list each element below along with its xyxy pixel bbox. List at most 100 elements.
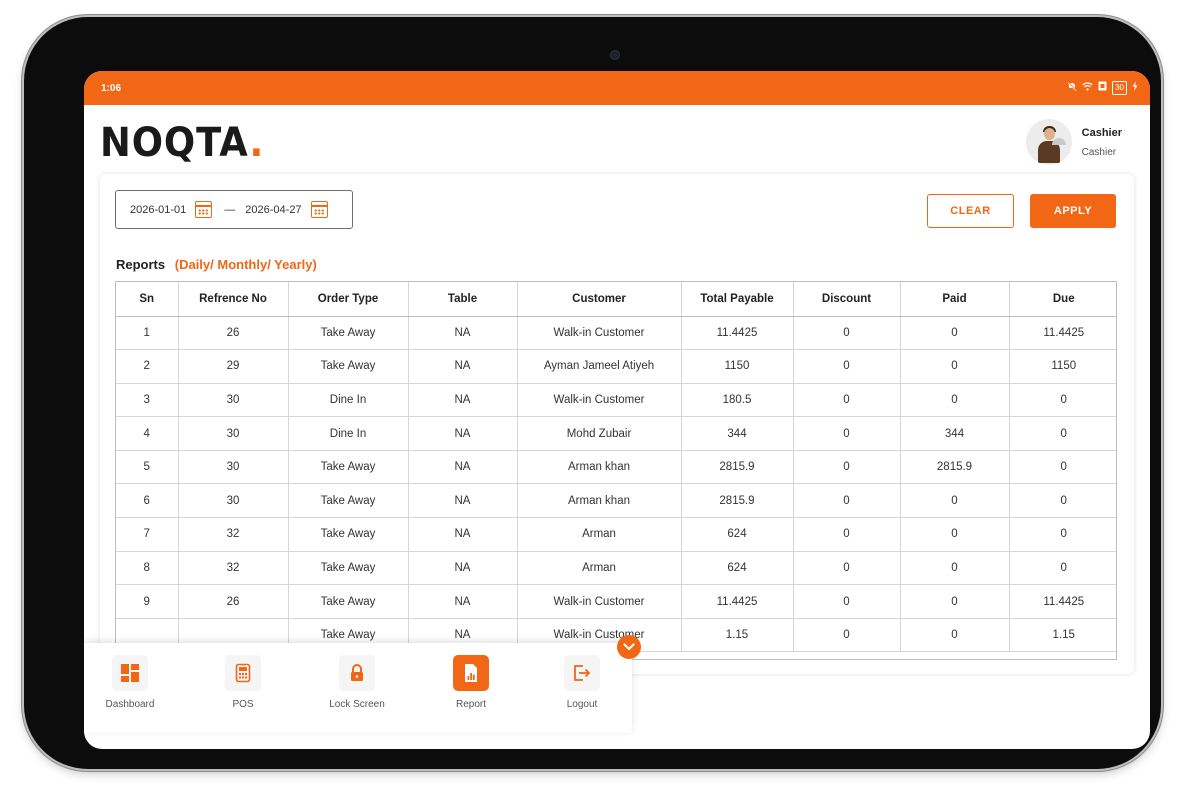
table-row[interactable]: 7 32 Take Away NA Arman 624 0 0 0 xyxy=(116,517,1116,552)
reports-table-container[interactable]: Sn Refrence No Order Type Table Customer… xyxy=(115,281,1117,660)
table-cell: 7 xyxy=(116,517,179,552)
table-cell: 9 xyxy=(116,584,179,619)
column-header: Table xyxy=(408,282,518,317)
table-cell: NA xyxy=(408,584,518,619)
table-row[interactable]: 1 26 Take Away NA Walk-in Customer 11.4425 0 0 1… xyxy=(116,316,1116,351)
table-cell: 1.15 xyxy=(681,618,794,653)
nav-item-lock-screen[interactable]: Lock Screen xyxy=(317,655,397,710)
table-cell: 0 xyxy=(900,551,1010,586)
table-cell: 0 xyxy=(900,383,1010,418)
table-cell: 3 xyxy=(116,383,179,418)
column-header: Order Type xyxy=(288,282,409,317)
table-row[interactable]: 9 26 Take Away NA Walk-in Customer 11.4425 0 0 1… xyxy=(116,584,1116,619)
column-header: Total Payable xyxy=(681,282,794,317)
table-cell: Arman khan xyxy=(517,450,682,485)
status-icons: 30 xyxy=(1067,81,1138,95)
table-cell: Walk-in Customer xyxy=(517,383,682,418)
table-cell: Dine In xyxy=(288,416,409,451)
table-cell: 32 xyxy=(178,551,289,586)
front-camera xyxy=(611,51,619,59)
clear-button[interactable]: CLEAR xyxy=(927,194,1014,228)
table-cell: Arman xyxy=(517,517,682,552)
column-header: Due xyxy=(1009,282,1116,317)
table-cell: Take Away xyxy=(288,450,409,485)
nav-item-report[interactable]: Report xyxy=(431,655,511,710)
table-cell: Take Away xyxy=(288,483,409,519)
table-cell: Take Away xyxy=(288,349,409,384)
chevron-down-icon xyxy=(623,643,635,651)
column-header: Sn xyxy=(116,282,179,317)
table-cell: Ayman Jameel Atiyeh xyxy=(517,349,682,384)
table-cell: 344 xyxy=(900,416,1010,451)
column-header: Discount xyxy=(793,282,901,317)
table-cell: 344 xyxy=(681,416,794,451)
nav-item-logout[interactable]: Logout xyxy=(542,655,622,710)
table-cell: 0 xyxy=(793,483,901,519)
table-cell: 26 xyxy=(178,316,289,351)
dashboard-icon xyxy=(112,655,148,691)
table-cell: 6 xyxy=(116,483,179,519)
nav-label: POS xyxy=(232,699,254,710)
logout-icon xyxy=(564,655,600,691)
table-cell: 1.15 xyxy=(1009,618,1116,653)
table-cell: 11.4425 xyxy=(1009,584,1116,619)
table-row[interactable]: 4 30 Dine In NA Mohd Zubair 344 0 344 0 xyxy=(116,416,1116,451)
tablet-frame: 1:06 30 NOQTA. Cashier Cashier 2026-01-0… xyxy=(24,17,1161,769)
table-cell: 32 xyxy=(178,517,289,552)
table-cell: Walk-in Customer xyxy=(517,316,682,351)
table-row[interactable]: 8 32 Take Away NA Arman 624 0 0 0 xyxy=(116,551,1116,586)
table-cell: Dine In xyxy=(288,383,409,418)
table-cell: 0 xyxy=(900,349,1010,384)
column-header: Customer xyxy=(517,282,682,317)
table-cell: 11.4425 xyxy=(681,584,794,619)
table-cell: 0 xyxy=(1009,551,1116,586)
reports-heading: Reports (Daily/ Monthly/ Yearly) xyxy=(116,257,317,272)
table-cell: NA xyxy=(408,416,518,451)
table-cell: 0 xyxy=(1009,517,1116,552)
report-icon xyxy=(453,655,489,691)
table-cell: 0 xyxy=(793,551,901,586)
nav-item-dashboard[interactable]: Dashboard xyxy=(90,655,170,710)
table-cell: 180.5 xyxy=(681,383,794,418)
table-row[interactable]: 2 29 Take Away NA Ayman Jameel Atiyeh 1150 0 0 1… xyxy=(116,349,1116,384)
apply-button[interactable]: APPLY xyxy=(1030,194,1116,228)
table-cell: NA xyxy=(408,316,518,351)
start-date[interactable]: 2026-01-01 xyxy=(130,204,186,216)
table-row[interactable]: 5 30 Take Away NA Arman khan 2815.9 0 2815.9 0 xyxy=(116,450,1116,485)
column-header: Paid xyxy=(900,282,1010,317)
table-cell: NA xyxy=(408,349,518,384)
calendar-icon[interactable] xyxy=(195,201,213,218)
table-cell: 11.4425 xyxy=(1009,316,1116,351)
battery-icon: 30 xyxy=(1112,81,1127,95)
user-profile[interactable]: Cashier Cashier xyxy=(1025,119,1122,165)
table-cell: NA xyxy=(408,551,518,586)
table-cell: Take Away xyxy=(288,551,409,586)
table-cell: NA xyxy=(408,483,518,519)
wifi-icon xyxy=(1082,81,1093,95)
report-card: 2026-01-01 — 2026-04-27 CLEAR APPLY Repo… xyxy=(100,174,1134,674)
date-range-picker[interactable]: 2026-01-01 — 2026-04-27 xyxy=(115,190,353,229)
table-cell: 0 xyxy=(900,517,1010,552)
calendar-icon[interactable] xyxy=(310,201,328,218)
logo-text: NOQ xyxy=(100,120,197,166)
table-cell: 30 xyxy=(178,483,289,519)
reports-title: Reports xyxy=(116,257,166,272)
column-header: Refrence No xyxy=(178,282,289,317)
table-cell: 11.4425 xyxy=(681,316,794,351)
table-row[interactable]: 6 30 Take Away NA Arman khan 2815.9 0 0 0 xyxy=(116,483,1116,519)
avatar xyxy=(1025,119,1072,165)
table-cell: 0 xyxy=(793,618,901,653)
table-cell: 0 xyxy=(900,316,1010,351)
table-cell: 0 xyxy=(1009,450,1116,485)
table-cell: 0 xyxy=(900,483,1010,519)
end-date[interactable]: 2026-04-27 xyxy=(245,204,301,216)
bottom-navigation: Dashboard POS Lock Screen Report Logout xyxy=(84,635,641,733)
table-header-row: Sn Refrence No Order Type Table Customer… xyxy=(116,282,1116,317)
table-cell: 0 xyxy=(793,416,901,451)
table-row[interactable]: 3 30 Dine In NA Walk-in Customer 180.5 0 0 0 xyxy=(116,383,1116,418)
nav-item-pos[interactable]: POS xyxy=(203,655,283,710)
table-cell: 1 xyxy=(116,316,179,351)
user-info: Cashier Cashier xyxy=(1082,127,1122,158)
reports-subtitle[interactable]: (Daily/ Monthly/ Yearly) xyxy=(175,257,317,272)
table-cell: 1150 xyxy=(1009,349,1116,384)
